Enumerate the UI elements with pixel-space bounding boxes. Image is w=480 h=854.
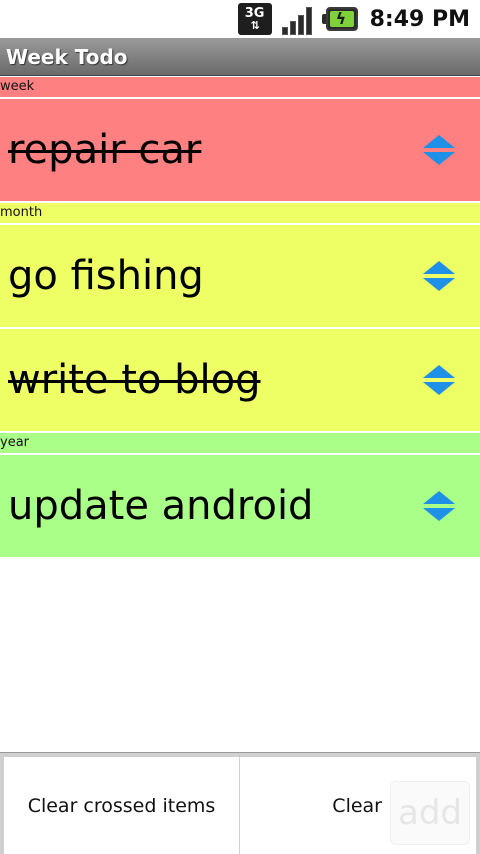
- 3g-data-icon: 3G ⇅: [237, 3, 272, 35]
- sort-arrows-icon[interactable]: [422, 489, 456, 523]
- sort-arrows-icon[interactable]: [422, 363, 456, 397]
- bottom-action-bar: Clear crossed items Clear add: [0, 752, 480, 854]
- clear-crossed-button[interactable]: Clear crossed items: [4, 757, 240, 854]
- todo-item[interactable]: write to blog: [0, 329, 480, 433]
- todo-item-label: update android: [8, 483, 314, 529]
- todo-list: week repair car month go fishing write t…: [0, 77, 480, 559]
- todo-item-label: go fishing: [8, 253, 204, 299]
- sort-arrows-icon[interactable]: [422, 133, 456, 167]
- todo-item[interactable]: update android: [0, 455, 480, 559]
- sort-arrows-icon[interactable]: [422, 259, 456, 293]
- todo-item[interactable]: go fishing: [0, 225, 480, 329]
- todo-item-label: repair car: [8, 127, 202, 173]
- battery-charging-icon: ϟ: [321, 7, 358, 31]
- todo-item-label: write to blog: [8, 357, 261, 403]
- clear-button[interactable]: Clear: [240, 757, 386, 854]
- section-header-year: year: [0, 433, 480, 455]
- signal-icon: [280, 3, 314, 35]
- add-button[interactable]: add: [390, 781, 470, 845]
- app-title: Week Todo: [6, 44, 128, 69]
- section-header-week: week: [0, 77, 480, 99]
- todo-item[interactable]: repair car: [0, 99, 480, 203]
- section-header-month: month: [0, 203, 480, 225]
- app-title-bar: Week Todo: [0, 38, 480, 76]
- status-clock: 8:49 PM: [369, 6, 470, 32]
- status-bar: 3G ⇅ ϟ 8:49 PM: [0, 0, 480, 38]
